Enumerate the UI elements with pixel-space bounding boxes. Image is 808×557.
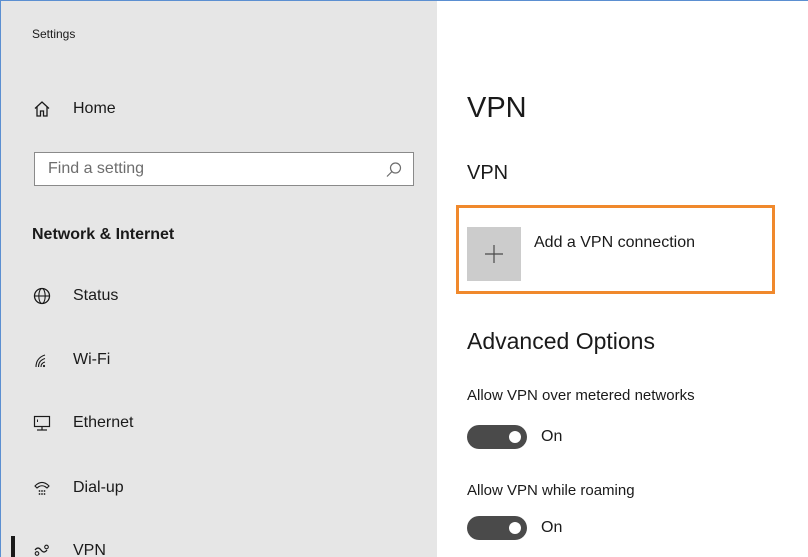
dialup-icon [31,477,53,499]
search-box[interactable] [34,152,414,186]
home-icon [31,98,53,120]
main-content: VPN VPN Add a VPN connection Advanced Op… [437,1,808,557]
sidebar-item-dialup[interactable]: Dial-up [1,468,437,508]
sidebar-item-vpn[interactable]: VPN [1,531,437,557]
sidebar-item-status[interactable]: Status [1,276,437,316]
window-left-border [0,0,1,557]
sidebar-item-label: Dial-up [73,479,124,496]
sidebar-item-label: Home [73,100,116,117]
metered-networks-toggle-row: On [467,425,562,449]
roaming-toggle[interactable] [467,516,527,540]
sidebar: Settings Home Network & Internet [1,1,437,557]
sidebar-item-ethernet[interactable]: Ethernet [1,403,437,443]
search-input[interactable] [35,153,378,185]
search-icon[interactable] [385,161,403,179]
sidebar-item-label: Wi-Fi [73,351,111,368]
toggle-knob [509,522,521,534]
add-vpn-label: Add a VPN connection [534,234,695,251]
section-title: VPN [467,162,509,184]
roaming-toggle-row: On [467,516,562,540]
add-vpn-connection-button[interactable]: Add a VPN connection [467,227,757,281]
sidebar-item-label: VPN [73,542,106,557]
sidebar-item-label: Ethernet [73,414,134,431]
sidebar-item-label: Status [73,287,119,304]
toggle-knob [509,431,521,443]
plus-icon[interactable] [467,227,521,281]
advanced-options-title: Advanced Options [467,328,655,354]
vpn-icon [31,540,53,557]
sidebar-item-home[interactable]: Home [1,89,437,129]
roaming-label: Allow VPN while roaming [467,482,635,499]
settings-window: Settings Home Network & Internet [0,0,808,557]
wifi-icon [31,349,53,371]
app-title: Settings [32,27,76,41]
section-heading: Network & Internet [32,226,175,243]
toggle-state-label: On [541,519,563,536]
globe-icon [31,285,53,307]
metered-networks-toggle[interactable] [467,425,527,449]
page-title: VPN [467,92,527,124]
sidebar-item-wifi[interactable]: Wi-Fi [1,340,437,380]
ethernet-icon [31,412,53,434]
metered-networks-label: Allow VPN over metered networks [467,387,695,404]
toggle-state-label: On [541,428,563,445]
